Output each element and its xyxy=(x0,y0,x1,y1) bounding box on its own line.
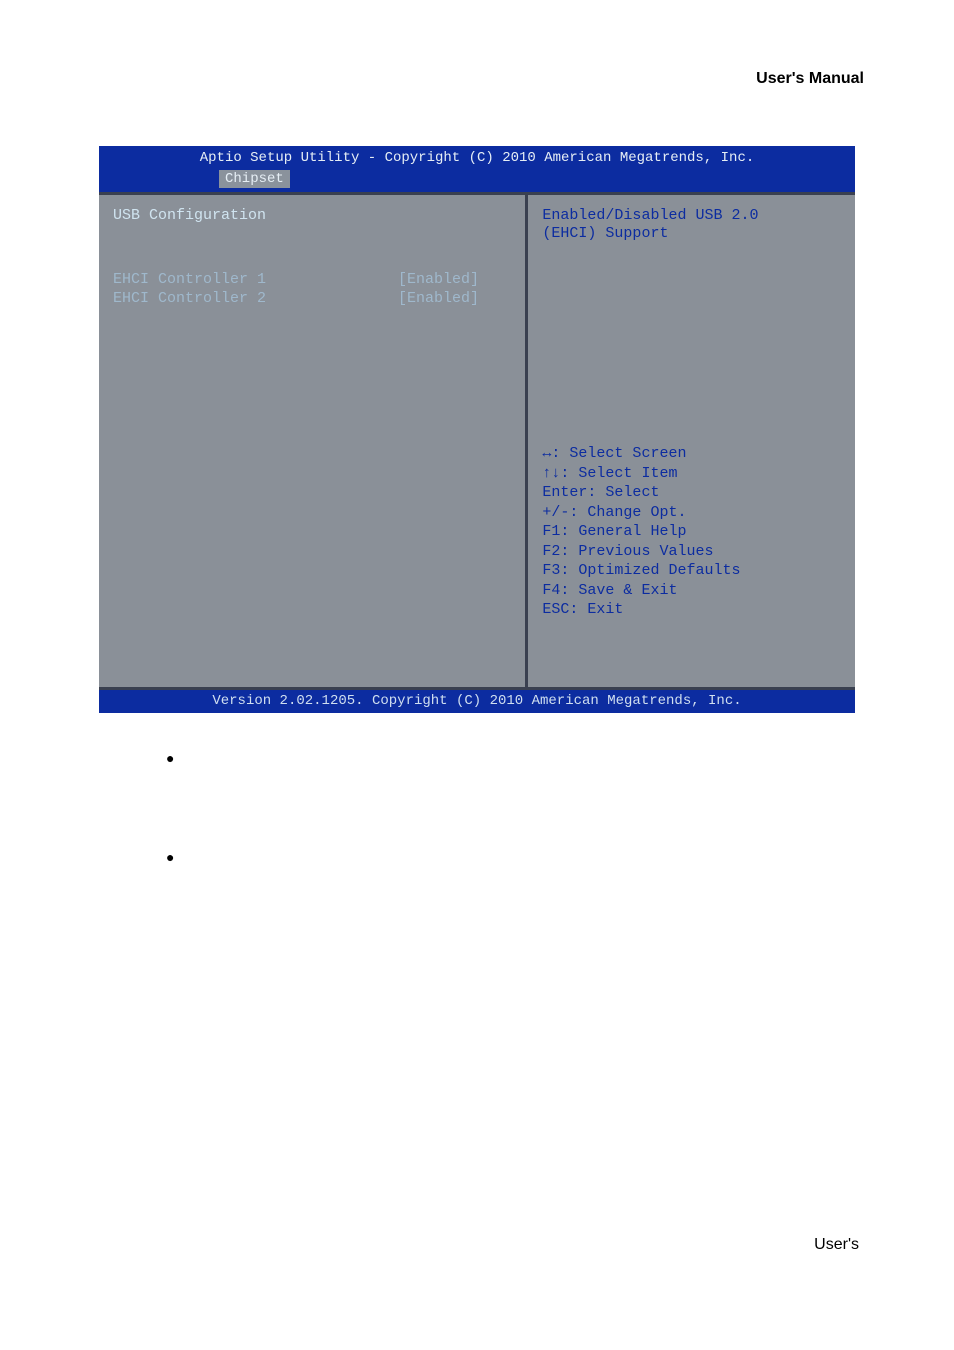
option-label: EHCI Controller 2 xyxy=(113,290,398,309)
nav-line: ↑↓: Select Item xyxy=(542,464,845,484)
nav-line: ↔: Select Screen xyxy=(542,444,845,464)
document-text: ● ● xyxy=(166,749,814,899)
nav-line: F3: Optimized Defaults xyxy=(542,561,845,581)
nav-line: F2: Previous Values xyxy=(542,542,845,562)
option-row[interactable]: EHCI Controller 1 [Enabled] xyxy=(113,271,515,290)
bios-title: Aptio Setup Utility - Copyright (C) 2010… xyxy=(99,150,855,168)
bios-right-pane: Enabled/Disabled USB 2.0 (EHCI) Support … xyxy=(528,195,855,687)
bios-screenshot: Aptio Setup Utility - Copyright (C) 2010… xyxy=(99,146,855,713)
nav-line: Enter: Select xyxy=(542,483,845,503)
bios-footer-bar: Version 2.02.1205. Copyright (C) 2010 Am… xyxy=(99,690,855,714)
option-value[interactable]: [Enabled] xyxy=(398,271,479,290)
bullet-text xyxy=(196,848,200,871)
context-help: Enabled/Disabled USB 2.0 (EHCI) Support xyxy=(542,207,845,245)
option-row[interactable]: EHCI Controller 2 [Enabled] xyxy=(113,290,515,309)
option-value[interactable]: [Enabled] xyxy=(398,290,479,309)
tab-chipset[interactable]: Chipset xyxy=(219,170,290,189)
bullet-icon: ● xyxy=(166,749,174,772)
bios-tabs: Chipset xyxy=(99,168,855,192)
nav-line: +/-: Change Opt. xyxy=(542,503,845,523)
nav-line: F1: General Help xyxy=(542,522,845,542)
section-title: USB Configuration xyxy=(113,207,515,226)
help-line: Enabled/Disabled USB 2.0 xyxy=(542,207,845,226)
bios-body: USB Configuration EHCI Controller 1 [Ena… xyxy=(99,192,855,690)
help-line: (EHCI) Support xyxy=(542,225,845,244)
bullet-text xyxy=(196,749,200,772)
nav-line: ESC: Exit xyxy=(542,600,845,620)
bullet-item: ● xyxy=(166,749,814,772)
page-header: User's Manual xyxy=(60,70,864,88)
bullet-item: ● xyxy=(166,848,814,871)
option-label: EHCI Controller 1 xyxy=(113,271,398,290)
bullet-icon: ● xyxy=(166,848,174,871)
page-footer: User's xyxy=(0,1236,954,1254)
bios-header-bar: Aptio Setup Utility - Copyright (C) 2010… xyxy=(99,146,855,192)
nav-help: ↔: Select Screen ↑↓: Select Item Enter: … xyxy=(542,444,845,620)
bios-left-pane: USB Configuration EHCI Controller 1 [Ena… xyxy=(99,195,528,687)
nav-line: F4: Save & Exit xyxy=(542,581,845,601)
